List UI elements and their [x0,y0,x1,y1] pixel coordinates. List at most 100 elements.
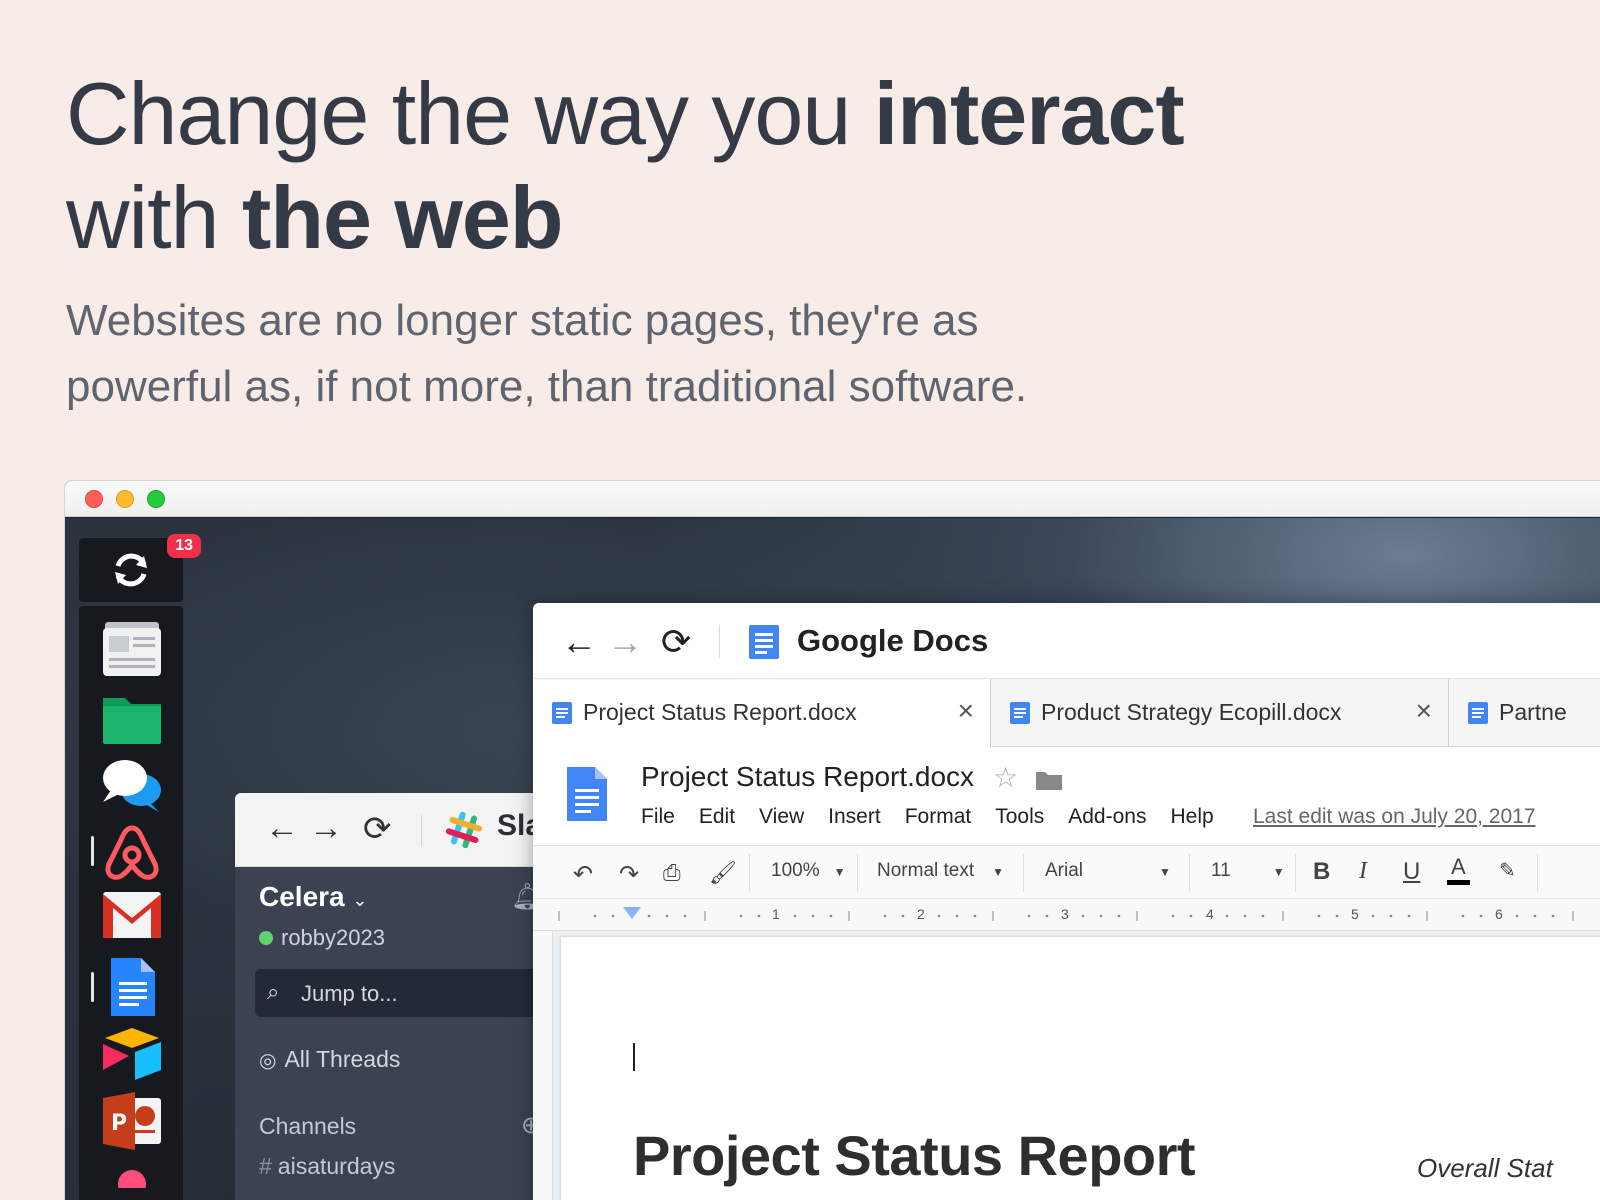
slack-window: ← → ⟳ Sla Celera ⌄ robby2023 🔔︎ ⌕ Jump t… [235,793,555,1200]
close-tab-icon[interactable]: × [958,695,974,727]
ruler-mark: 3 [1061,906,1069,922]
hero-headline: Change the way you interact with the web [66,62,1466,270]
channel-item[interactable]: # aisaturdays [259,1153,395,1180]
back-arrow-icon[interactable]: ← [561,621,597,663]
tab-label: Partne [1499,699,1567,725]
news-app-icon [103,622,161,676]
reload-icon[interactable]: ⟳ [661,621,691,663]
dock-app-docs[interactable] [91,956,163,1016]
font-select[interactable]: Arial ▼ [1045,860,1171,882]
menu-tools[interactable]: Tools [995,805,1044,829]
google-docs-window: ← → ⟳ Google Docs Project Status Report.… [533,603,1600,1200]
docs-browser-header: ← → ⟳ Google Docs [533,603,1600,679]
tab-project-status[interactable]: Project Status Report.docx × [533,679,991,748]
ruler-mark: 5 [1351,906,1359,922]
channels-header[interactable]: Channels [259,1113,356,1140]
menu-addons[interactable]: Add-ons [1068,805,1146,829]
reload-icon[interactable]: ⟳ [363,809,392,849]
hash-icon: # [259,1153,272,1179]
document-icon [1468,702,1488,724]
tab-partner[interactable]: Partne [1449,679,1600,747]
docs-home-icon[interactable] [565,765,609,823]
document-title-bar: Project Status Report.docx ☆ File Edit V… [533,747,1600,845]
star-icon[interactable]: ☆ [993,761,1018,794]
font-size-select[interactable]: 11 ▼ [1211,860,1285,882]
menu-format[interactable]: Format [905,805,972,829]
all-threads-item[interactable]: ◎ All Threads [259,1046,400,1073]
close-window-button[interactable] [85,490,103,508]
dock-app-airbnb[interactable] [91,822,163,882]
italic-icon[interactable]: I [1359,858,1367,885]
chevron-down-icon: ▼ [1272,865,1285,879]
folder-icon[interactable] [1035,769,1063,791]
bold-icon[interactable]: B [1313,858,1330,886]
workspace-switcher[interactable]: Celera ⌄ [259,881,368,913]
formatting-toolbar: ↶ ↷ ⎙ 🖌︎ 100% ▼ Normal text ▼ Arial ▼ 11 ▼ B… [533,845,1600,899]
menu-file[interactable]: File [641,805,675,829]
search-icon: ⌕ [267,979,280,1004]
document-page[interactable]: Project Status Report Overall Stat [561,937,1600,1200]
mac-titlebar [65,481,1600,517]
menu-help[interactable]: Help [1170,805,1213,829]
minimize-window-button[interactable] [116,490,134,508]
jump-to-button[interactable]: ⌕ Jump to... [255,969,555,1017]
redo-icon[interactable]: ↷ [619,860,639,889]
document-title[interactable]: Project Status Report.docx [641,761,974,793]
tab-product-strategy[interactable]: Product Strategy Ecopill.docx × [991,679,1449,747]
app-icon [118,1170,146,1188]
tab-label: Project Status Report.docx [583,699,857,725]
channels-label: Channels [259,1113,357,1139]
menu-edit[interactable]: Edit [699,805,735,829]
toolbar-divider [1023,854,1024,892]
style-select[interactable]: Normal text ▼ [877,860,1004,882]
channel-name: aisaturdays [277,1153,396,1179]
print-icon[interactable]: ⎙ [663,860,681,886]
last-edit-link[interactable]: Last edit was on July 20, 2017 [1253,805,1536,829]
toolbar-divider [1537,854,1538,892]
underline-icon[interactable]: U [1403,858,1420,886]
forward-arrow-icon[interactable]: → [309,809,343,848]
hero-subtitle: Websites are no longer static pages, the… [66,288,1266,420]
dock-app-news[interactable] [101,620,163,680]
folder-icon [103,698,161,744]
toolbar-divider [749,854,750,892]
overall-status-label: Overall Stat [1417,1153,1553,1183]
dock-app-airtable[interactable] [101,1024,163,1084]
user-status[interactable]: robby2023 [259,925,385,951]
back-arrow-icon[interactable]: ← [265,809,299,848]
dock-home[interactable]: 13 [79,534,201,602]
online-status-icon [259,931,273,945]
jump-to-label: Jump to... [301,981,398,1006]
google-docs-logo-icon [749,625,779,659]
highlight-icon[interactable]: ✎ [1499,858,1516,883]
dock-app-more[interactable] [101,1158,163,1188]
vertical-ruler[interactable] [533,931,553,1200]
workspace-name: Celera [259,881,345,912]
document-icon [552,702,572,724]
forward-arrow-icon[interactable]: → [607,621,643,663]
dock-app-powerpoint[interactable]: P [101,1092,163,1152]
sync-icon [115,553,147,587]
docs-tab-bar: Project Status Report.docx × Product Str… [533,679,1600,748]
subtitle-line: Websites are no longer static pages, the… [66,296,979,345]
airbnb-icon [105,825,159,880]
paint-format-icon[interactable]: 🖌︎ [709,860,737,886]
zoom-select[interactable]: 100% ▼ [771,860,846,882]
dock-app-chat[interactable] [101,754,163,814]
menu-insert[interactable]: Insert [828,805,881,829]
close-tab-icon[interactable]: × [1416,695,1432,727]
dock-app-gmail[interactable] [101,890,163,950]
username: robby2023 [281,925,385,950]
svg-text:P: P [111,1111,127,1136]
chevron-down-icon: ▼ [1159,865,1171,879]
menu-view[interactable]: View [759,805,804,829]
horizontal-ruler[interactable]: 1 2 3 4 5 6 [533,899,1600,931]
text-color-icon[interactable]: A [1447,854,1470,885]
chat-bubbles-icon [103,760,161,812]
undo-icon[interactable]: ↶ [573,860,593,889]
all-threads-label: All Threads [284,1046,401,1072]
dock-app-files[interactable] [101,688,163,748]
ruler-mark: 6 [1495,906,1503,922]
zoom-window-button[interactable] [147,490,165,508]
slack-toolbar: ← → ⟳ Sla [235,793,555,867]
